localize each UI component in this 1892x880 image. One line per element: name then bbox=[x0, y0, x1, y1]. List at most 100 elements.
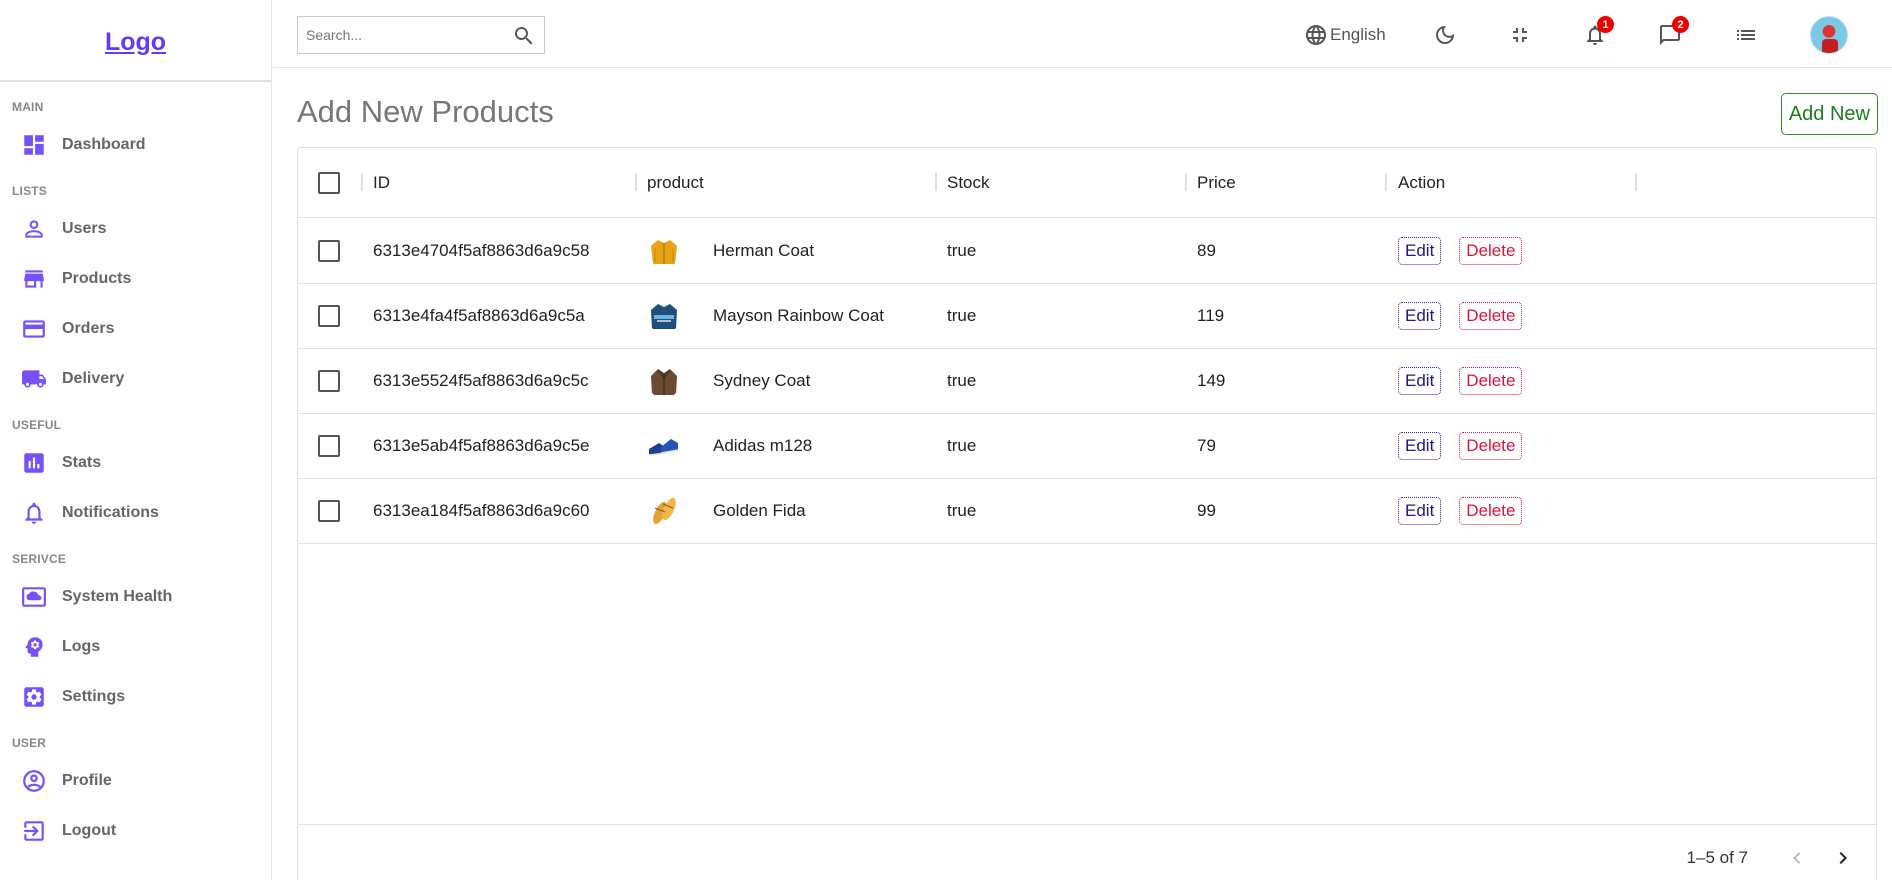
products-table: ID product Stock Price Action 6313e4704f… bbox=[297, 147, 1877, 880]
cell-stock: true bbox=[947, 501, 977, 520]
fullscreen-exit-button[interactable] bbox=[1508, 20, 1532, 50]
column-header-action[interactable]: Action bbox=[1398, 148, 1445, 217]
table-footer: 1–5 of 7 bbox=[298, 824, 1876, 880]
cell-product: Herman Coat bbox=[647, 219, 814, 283]
row-checkbox[interactable] bbox=[318, 500, 340, 522]
table-row[interactable]: 6313e5524f5af8863d6a9c5c Sydney Coat tru… bbox=[298, 349, 1876, 414]
edit-button[interactable]: Edit bbox=[1398, 432, 1442, 460]
edit-button[interactable]: Edit bbox=[1398, 237, 1442, 265]
exit-icon bbox=[21, 818, 47, 844]
sidebar-item-label: Delivery bbox=[62, 370, 125, 387]
language-label: English bbox=[1330, 25, 1386, 44]
sidebar-item-label: Dashboard bbox=[62, 136, 146, 153]
column-header-stock[interactable]: Stock bbox=[947, 148, 990, 217]
column-header-label: ID bbox=[373, 172, 390, 192]
sidebar-content: MAIN Dashboard LISTS Users Products Orde… bbox=[0, 82, 271, 856]
sidebar-item-users[interactable]: Users bbox=[12, 204, 271, 254]
column-separator[interactable] bbox=[635, 173, 637, 191]
delete-button[interactable]: Delete bbox=[1459, 497, 1523, 525]
column-separator[interactable] bbox=[1185, 173, 1187, 191]
cell-id: 6313e5ab4f5af8863d6a9c5e bbox=[373, 436, 590, 455]
sidebar-item-label: Products bbox=[62, 270, 132, 287]
sidebar-item-stats[interactable]: Stats bbox=[12, 438, 271, 488]
cell-price: 79 bbox=[1197, 436, 1216, 455]
section-title-lists: LISTS bbox=[12, 184, 48, 198]
dark-mode-toggle[interactable] bbox=[1433, 20, 1457, 50]
cell-product: Mayson Rainbow Coat bbox=[647, 284, 884, 348]
product-name: Sydney Coat bbox=[713, 371, 811, 390]
messages-count-badge: 2 bbox=[1672, 16, 1689, 33]
column-header-price[interactable]: Price bbox=[1197, 148, 1236, 217]
section-title-service: SERIVCE bbox=[12, 552, 67, 566]
avatar bbox=[1810, 16, 1848, 54]
account-circle-icon bbox=[21, 768, 47, 794]
delete-button[interactable]: Delete bbox=[1459, 432, 1523, 460]
row-select-cell bbox=[318, 414, 340, 478]
cell-actions: Edit Delete bbox=[1398, 479, 1523, 543]
cell-product: Adidas m128 bbox=[647, 414, 812, 478]
sidebar-item-label: Stats bbox=[62, 454, 102, 471]
cell-price: 149 bbox=[1197, 371, 1226, 390]
row-checkbox[interactable] bbox=[318, 435, 340, 457]
column-separator[interactable] bbox=[1635, 173, 1637, 191]
sidebar-item-label: Users bbox=[62, 220, 107, 237]
sidebar-item-products[interactable]: Products bbox=[12, 254, 271, 304]
dashboard-icon bbox=[21, 132, 47, 158]
list-menu-button[interactable] bbox=[1734, 20, 1758, 50]
truck-icon bbox=[21, 366, 47, 392]
column-header-label: Price bbox=[1197, 172, 1236, 192]
search-box bbox=[297, 16, 545, 54]
cell-stock: true bbox=[947, 241, 977, 260]
sidebar-item-settings[interactable]: Settings bbox=[12, 672, 271, 722]
previous-page-button[interactable] bbox=[1782, 843, 1812, 873]
sidebar-item-notifications[interactable]: Notifications bbox=[12, 488, 271, 538]
select-all-checkbox[interactable] bbox=[318, 171, 340, 194]
edit-button[interactable]: Edit bbox=[1398, 497, 1442, 525]
column-header-product[interactable]: product bbox=[647, 148, 704, 217]
sidebar-item-profile[interactable]: Profile bbox=[12, 756, 271, 806]
column-header-id[interactable]: ID bbox=[373, 148, 390, 217]
search-icon[interactable] bbox=[512, 24, 536, 48]
column-header-label: Stock bbox=[947, 172, 990, 192]
search-input[interactable] bbox=[306, 27, 506, 43]
row-checkbox[interactable] bbox=[318, 240, 340, 262]
edit-button[interactable]: Edit bbox=[1398, 302, 1442, 330]
messages-button[interactable]: 2 bbox=[1658, 16, 1689, 50]
logo[interactable]: Logo bbox=[105, 28, 166, 57]
main-content: Add New Products Add New ID product Stoc… bbox=[273, 69, 1892, 880]
row-select-cell bbox=[318, 479, 340, 543]
language-selector[interactable]: English bbox=[1304, 20, 1386, 50]
add-new-button[interactable]: Add New bbox=[1780, 93, 1878, 135]
delete-button[interactable]: Delete bbox=[1459, 237, 1523, 265]
column-separator[interactable] bbox=[361, 173, 363, 191]
delete-button[interactable]: Delete bbox=[1459, 367, 1523, 395]
table-row[interactable]: 6313e4704f5af8863d6a9c58 Herman Coat tru… bbox=[298, 219, 1876, 284]
column-separator[interactable] bbox=[935, 173, 937, 191]
section-title-main: MAIN bbox=[12, 100, 44, 114]
cell-id: 6313e4704f5af8863d6a9c58 bbox=[373, 241, 590, 260]
cell-price: 89 bbox=[1197, 241, 1216, 260]
sidebar-item-system-health[interactable]: System Health bbox=[12, 572, 271, 622]
delete-button[interactable]: Delete bbox=[1459, 302, 1523, 330]
user-avatar-button[interactable] bbox=[1810, 16, 1848, 54]
row-checkbox[interactable] bbox=[318, 305, 340, 327]
next-page-button[interactable] bbox=[1828, 843, 1858, 873]
logo-area: Logo bbox=[0, 4, 271, 82]
cell-actions: Edit Delete bbox=[1398, 219, 1523, 283]
table-row[interactable]: 6313e5ab4f5af8863d6a9c5e Adidas m128 tru… bbox=[298, 414, 1876, 479]
row-checkbox[interactable] bbox=[318, 370, 340, 392]
sidebar-item-delivery[interactable]: Delivery bbox=[12, 354, 271, 404]
table-row[interactable]: 6313ea184f5af8863d6a9c60 Golden Fida tru… bbox=[298, 479, 1876, 544]
sidebar-item-label: System Health bbox=[62, 588, 173, 605]
sidebar-item-logout[interactable]: Logout bbox=[12, 806, 271, 856]
column-header-label: product bbox=[647, 172, 704, 192]
notifications-button[interactable]: 1 bbox=[1583, 16, 1614, 50]
sidebar-item-dashboard[interactable]: Dashboard bbox=[12, 120, 271, 170]
sidebar-item-orders[interactable]: Orders bbox=[12, 304, 271, 354]
column-separator[interactable] bbox=[1385, 173, 1387, 191]
product-name: Mayson Rainbow Coat bbox=[713, 306, 885, 325]
table-row[interactable]: 6313e4fa4f5af8863d6a9c5a Mayson Rainbow … bbox=[298, 284, 1876, 349]
edit-button[interactable]: Edit bbox=[1398, 367, 1442, 395]
sidebar-item-logs[interactable]: Logs bbox=[12, 622, 271, 672]
bar-chart-icon bbox=[21, 450, 47, 476]
